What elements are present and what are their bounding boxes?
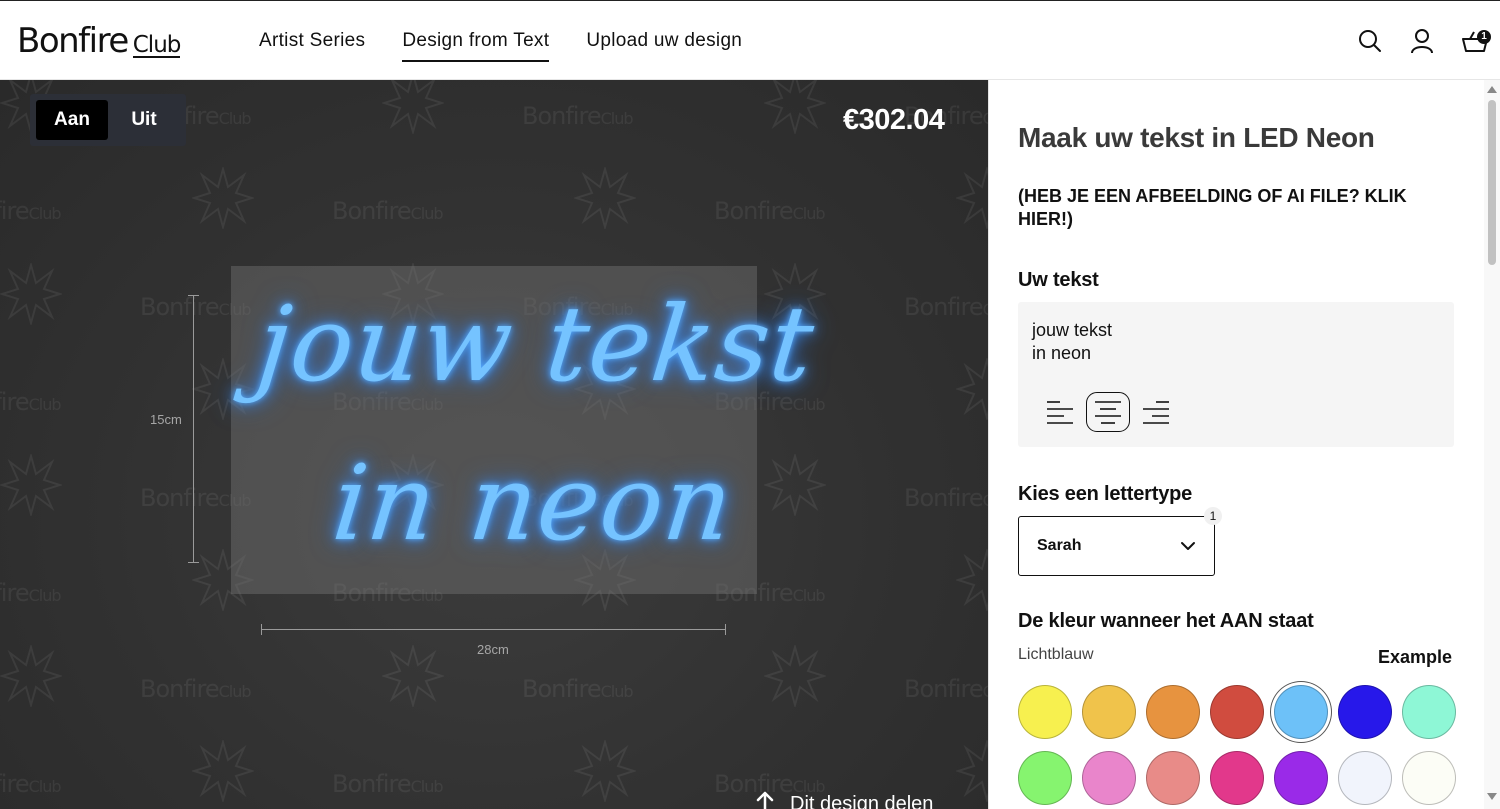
align-right-icon <box>1143 401 1169 424</box>
scroll-down-icon[interactable] <box>1487 793 1497 800</box>
color-swatch[interactable] <box>1402 685 1456 739</box>
watermark-logo: BonfireClub <box>904 484 988 512</box>
watermark-logo: BonfireClub <box>0 579 62 607</box>
color-swatch[interactable] <box>1082 685 1136 739</box>
neon-text-line-2: in neon <box>327 442 739 564</box>
starburst-icon <box>954 165 988 231</box>
color-swatch[interactable] <box>1018 685 1072 739</box>
color-swatch[interactable] <box>1338 751 1392 805</box>
logo-text: Bonfire <box>17 21 129 61</box>
upload-image-link[interactable]: (HEB JE EEN AFBEELDING OF AI FILE? KLIK … <box>1018 185 1458 231</box>
page-title: Maak uw tekst in LED Neon <box>1018 122 1375 153</box>
watermark-logo: BonfireClub <box>0 770 62 798</box>
color-swatch[interactable] <box>1402 751 1456 805</box>
starburst-icon <box>954 356 988 422</box>
align-left-icon <box>1047 401 1073 424</box>
starburst-icon <box>0 261 64 327</box>
starburst-icon <box>954 547 988 613</box>
width-dimension-line <box>261 624 726 635</box>
color-swatch[interactable] <box>1146 751 1200 805</box>
align-right-button[interactable] <box>1134 392 1178 432</box>
toggle-off-button[interactable]: Uit <box>108 100 180 140</box>
align-center-button[interactable] <box>1086 392 1130 432</box>
height-dimension-line <box>188 295 199 563</box>
starburst-icon <box>762 643 828 709</box>
width-label: 28cm <box>477 642 509 657</box>
text-input[interactable]: jouw tekst in neon <box>1032 319 1112 365</box>
color-swatch[interactable] <box>1210 751 1264 805</box>
watermark-logo: BonfireClub <box>522 102 634 130</box>
site-header: Bonfire Club Artist Series Design from T… <box>0 0 1500 80</box>
starburst-icon <box>572 165 638 231</box>
nav-artist-series[interactable]: Artist Series <box>259 30 365 62</box>
price-display: €302.04 <box>843 104 945 136</box>
watermark-logo: BonfireClub <box>140 675 252 703</box>
watermark-logo: BonfireClub <box>332 770 444 798</box>
starburst-icon <box>572 738 638 804</box>
chevron-down-icon <box>1180 538 1196 559</box>
font-dropdown[interactable]: Sarah <box>1018 516 1215 576</box>
watermark-logo: BonfireClub <box>522 675 634 703</box>
cart-icon[interactable]: 1 <box>1460 27 1491 55</box>
selected-color-name: Lichtblauw <box>1018 646 1094 663</box>
watermark-logo: BonfireClub <box>0 388 62 416</box>
color-section-heading: De kleur wanneer het AAN staat <box>1018 610 1314 632</box>
share-design-button[interactable]: Dit design delen <box>754 790 933 809</box>
height-label: 15cm <box>150 412 182 427</box>
main-nav: Artist Series Design from Text Upload uw… <box>259 30 742 62</box>
account-icon[interactable] <box>1408 27 1436 55</box>
scroll-up-icon[interactable] <box>1487 86 1497 93</box>
starburst-icon <box>380 643 446 709</box>
font-count-badge: 1 <box>1204 507 1222 525</box>
share-label: Dit design delen <box>790 792 934 809</box>
align-left-button[interactable] <box>1038 392 1082 432</box>
starburst-icon <box>0 643 64 709</box>
configurator-panel: Maak uw tekst in LED Neon (HEB JE EEN AF… <box>988 80 1500 809</box>
starburst-icon <box>954 738 988 804</box>
neon-preview: BonfireClub BonfireClub BonfireClub Bonfire… <box>0 80 988 809</box>
scrollbar-thumb[interactable] <box>1488 100 1496 265</box>
alignment-controls <box>1038 392 1178 432</box>
font-dropdown-value: Sarah <box>1037 537 1082 554</box>
text-input-box[interactable]: jouw tekst in neon <box>1018 302 1454 447</box>
watermark-logo: BonfireClub <box>0 197 62 225</box>
text-input-line-1: jouw tekst <box>1032 320 1113 340</box>
color-swatch[interactable] <box>1274 685 1328 739</box>
color-swatch[interactable] <box>1082 751 1136 805</box>
color-swatch[interactable] <box>1018 751 1072 805</box>
header-actions: 1 <box>1356 27 1491 55</box>
starburst-icon <box>0 452 64 518</box>
watermark-logo: BonfireClub <box>904 675 988 703</box>
starburst-icon <box>190 165 256 231</box>
text-input-line-2: in neon <box>1032 343 1092 363</box>
nav-design-from-text[interactable]: Design from Text <box>402 30 550 62</box>
toggle-on-button[interactable]: Aan <box>36 100 108 140</box>
color-swatch[interactable] <box>1274 751 1328 805</box>
logo-subtext: Club <box>132 32 181 58</box>
color-swatch[interactable] <box>1146 685 1200 739</box>
nav-upload-design[interactable]: Upload uw design <box>586 30 742 62</box>
starburst-icon <box>762 452 828 518</box>
starburst-icon <box>190 738 256 804</box>
share-icon <box>754 790 776 809</box>
text-section-heading: Uw tekst <box>1018 269 1099 291</box>
bonfire-club-logo[interactable]: Bonfire Club <box>17 21 181 61</box>
light-toggle: Aan Uit <box>30 94 186 146</box>
font-section-heading: Kies een lettertype <box>1018 483 1193 505</box>
starburst-icon <box>762 80 828 136</box>
watermark-logo: BonfireClub <box>904 293 988 321</box>
starburst-icon <box>380 80 446 136</box>
page-scrollbar[interactable] <box>1484 80 1500 809</box>
cart-count-badge: 1 <box>1477 30 1491 44</box>
example-link[interactable]: Example <box>1378 647 1452 668</box>
watermark-logo: BonfireClub <box>714 197 826 225</box>
align-center-icon <box>1095 401 1121 424</box>
color-swatch[interactable] <box>1338 685 1392 739</box>
neon-text-line-1: jouw tekst <box>251 283 820 405</box>
watermark-logo: BonfireClub <box>332 197 444 225</box>
color-swatch[interactable] <box>1210 685 1264 739</box>
search-icon[interactable] <box>1356 27 1384 55</box>
